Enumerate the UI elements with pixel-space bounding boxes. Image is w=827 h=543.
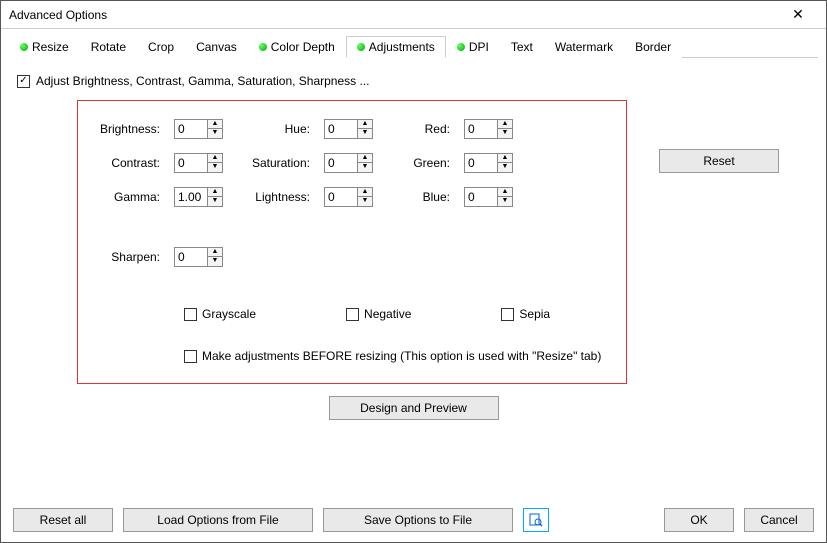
down-icon[interactable]: ▼: [208, 197, 222, 206]
saturation-stepper[interactable]: ▲▼: [324, 153, 384, 173]
up-icon[interactable]: ▲: [358, 120, 372, 129]
contrast-label: Contrast:: [94, 156, 164, 170]
green-input[interactable]: [464, 153, 498, 173]
contrast-input[interactable]: [174, 153, 208, 173]
lightness-input[interactable]: [324, 187, 358, 207]
tab-dpi[interactable]: DPI: [446, 36, 500, 58]
dot-icon: [20, 43, 28, 51]
tab-border[interactable]: Border: [624, 36, 682, 58]
negative-label: Negative: [364, 307, 411, 321]
lightness-label: Lightness:: [244, 190, 314, 204]
tabs: Resize Rotate Crop Canvas Color Depth Ad…: [9, 35, 818, 58]
up-icon[interactable]: ▲: [498, 188, 512, 197]
tab-canvas[interactable]: Canvas: [185, 36, 248, 58]
hue-label: Hue:: [244, 122, 314, 136]
load-options-button[interactable]: Load Options from File: [123, 508, 313, 532]
gamma-input[interactable]: [174, 187, 208, 207]
up-icon[interactable]: ▲: [208, 188, 222, 197]
down-icon[interactable]: ▼: [358, 197, 372, 206]
cancel-button[interactable]: Cancel: [744, 508, 814, 532]
titlebar: Advanced Options ✕: [1, 1, 826, 29]
dot-icon: [259, 43, 267, 51]
up-icon[interactable]: ▲: [358, 154, 372, 163]
save-options-button[interactable]: Save Options to File: [323, 508, 513, 532]
ok-button[interactable]: OK: [664, 508, 734, 532]
tab-crop[interactable]: Crop: [137, 36, 185, 58]
tab-watermark[interactable]: Watermark: [544, 36, 624, 58]
adjustments-panel: Brightness: ▲▼ Hue: ▲▼ Red: ▲▼ Contrast:…: [77, 100, 627, 384]
up-icon[interactable]: ▲: [208, 120, 222, 129]
blue-input[interactable]: [464, 187, 498, 207]
down-icon[interactable]: ▼: [208, 129, 222, 138]
magnifier-icon: [529, 513, 543, 527]
saturation-label: Saturation:: [244, 156, 314, 170]
down-icon[interactable]: ▼: [498, 129, 512, 138]
down-icon[interactable]: ▼: [498, 163, 512, 172]
sepia-checkbox[interactable]: [501, 308, 514, 321]
brightness-stepper[interactable]: ▲▼: [174, 119, 234, 139]
sharpen-input[interactable]: [174, 247, 208, 267]
brightness-input[interactable]: [174, 119, 208, 139]
tab-rotate[interactable]: Rotate: [80, 36, 137, 58]
green-label: Green:: [394, 156, 454, 170]
preview-icon-button[interactable]: [523, 508, 549, 532]
down-icon[interactable]: ▼: [208, 257, 222, 266]
grayscale-checkbox[interactable]: [184, 308, 197, 321]
saturation-input[interactable]: [324, 153, 358, 173]
lightness-stepper[interactable]: ▲▼: [324, 187, 384, 207]
gamma-stepper[interactable]: ▲▼: [174, 187, 234, 207]
negative-checkbox[interactable]: [346, 308, 359, 321]
dot-icon: [357, 43, 365, 51]
up-icon[interactable]: ▲: [208, 248, 222, 257]
sepia-label: Sepia: [519, 307, 550, 321]
dot-icon: [457, 43, 465, 51]
before-resize-label: Make adjustments BEFORE resizing (This o…: [202, 349, 601, 363]
bottom-bar: Reset all Load Options from File Save Op…: [1, 508, 826, 532]
red-input[interactable]: [464, 119, 498, 139]
window-title: Advanced Options: [9, 8, 107, 22]
red-label: Red:: [394, 122, 454, 136]
main-checkbox[interactable]: ✓: [17, 75, 30, 88]
design-preview-button[interactable]: Design and Preview: [329, 396, 499, 420]
grayscale-label: Grayscale: [202, 307, 256, 321]
sharpen-label: Sharpen:: [94, 250, 164, 264]
up-icon[interactable]: ▲: [208, 154, 222, 163]
hue-stepper[interactable]: ▲▼: [324, 119, 384, 139]
tab-resize[interactable]: Resize: [9, 36, 80, 58]
hue-input[interactable]: [324, 119, 358, 139]
brightness-label: Brightness:: [94, 122, 164, 136]
content: ✓ Adjust Brightness, Contrast, Gamma, Sa…: [1, 58, 826, 430]
up-icon[interactable]: ▲: [358, 188, 372, 197]
gamma-label: Gamma:: [94, 190, 164, 204]
blue-label: Blue:: [394, 190, 454, 204]
down-icon[interactable]: ▼: [498, 197, 512, 206]
main-checkbox-row: ✓ Adjust Brightness, Contrast, Gamma, Sa…: [17, 74, 810, 88]
tab-text[interactable]: Text: [500, 36, 544, 58]
up-icon[interactable]: ▲: [498, 120, 512, 129]
red-stepper[interactable]: ▲▼: [464, 119, 524, 139]
down-icon[interactable]: ▼: [208, 163, 222, 172]
reset-all-button[interactable]: Reset all: [13, 508, 113, 532]
tab-adjustments[interactable]: Adjustments: [346, 36, 446, 58]
green-stepper[interactable]: ▲▼: [464, 153, 524, 173]
before-resize-checkbox[interactable]: [184, 350, 197, 363]
down-icon[interactable]: ▼: [358, 163, 372, 172]
close-icon[interactable]: ✕: [778, 6, 818, 23]
up-icon[interactable]: ▲: [498, 154, 512, 163]
tab-colordepth[interactable]: Color Depth: [248, 36, 346, 58]
down-icon[interactable]: ▼: [358, 129, 372, 138]
reset-button[interactable]: Reset: [659, 149, 779, 173]
sharpen-stepper[interactable]: ▲▼: [174, 247, 234, 267]
blue-stepper[interactable]: ▲▼: [464, 187, 524, 207]
main-checkbox-label: Adjust Brightness, Contrast, Gamma, Satu…: [36, 74, 370, 88]
contrast-stepper[interactable]: ▲▼: [174, 153, 234, 173]
